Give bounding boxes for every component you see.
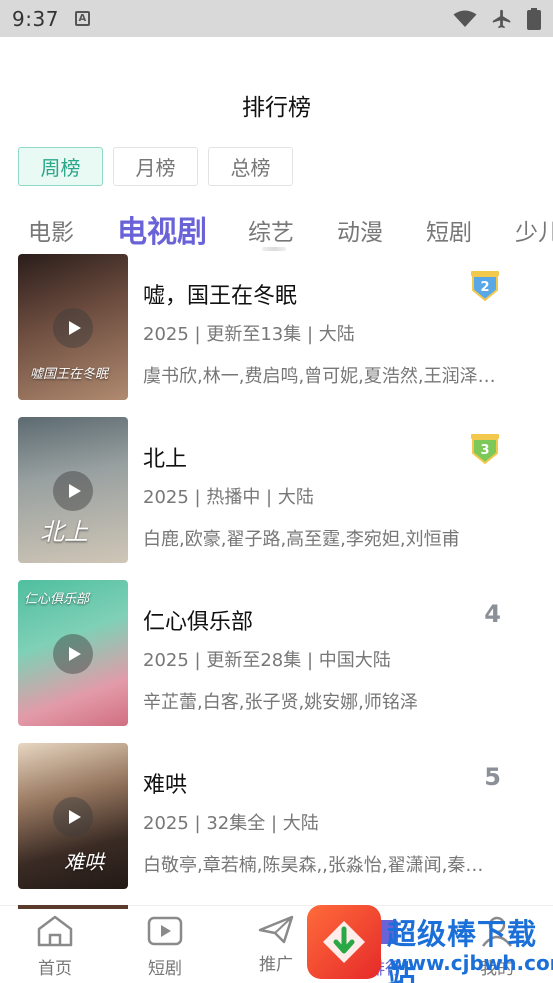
item-title[interactable]: 北上 [143,441,187,473]
poster-caption: 仁心俱乐部 [24,592,90,607]
tab-short-drama[interactable]: 短剧 [426,213,472,247]
airplane-mode-icon [492,9,511,28]
status-time: 9:37 [12,6,59,31]
poster-image[interactable]: 北上 [18,417,128,563]
poster-image[interactable]: 嘘国王在冬眠 [18,254,128,400]
wifi-icon [453,10,477,27]
item-title[interactable]: 难哄 [143,767,187,799]
rank-number: 3 [480,443,489,458]
nav-label: 首页 [38,959,72,979]
item-meta: 2025 | 热播中 | 大陆 [143,487,314,508]
watermark-url: www.cjbwh.com [389,951,553,975]
tab-anime[interactable]: 动漫 [337,213,383,247]
send-icon [258,915,294,944]
tab-kids[interactable]: 少儿 [515,213,553,247]
page-title: 排行榜 [242,95,311,121]
status-bar: 9:37 A [0,0,553,37]
item-meta: 2025 | 32集全 | 大陆 [143,813,319,834]
rank-medal-icon: 3 [471,434,499,465]
notification-a-icon: A [74,11,90,26]
play-icon[interactable] [53,634,93,674]
tab-movies[interactable]: 电影 [28,213,74,247]
tab-indicator [262,247,286,251]
item-title[interactable]: 仁心俱乐部 [143,604,253,636]
battery-icon [527,7,541,30]
home-icon [37,915,73,947]
rank-number: 2 [480,280,489,295]
status-icons [453,7,541,30]
play-icon[interactable] [53,308,93,348]
list-item[interactable]: 嘘国王在冬眠 嘘，国王在冬眠 2025 | 更新至13集 | 大陆 虞书欣,林一… [0,254,553,400]
play-icon[interactable] [53,471,93,511]
play-box-icon [147,916,183,946]
nav-home[interactable]: 首页 [20,914,90,979]
item-title[interactable]: 嘘，国王在冬眠 [143,278,297,310]
nav-promote[interactable]: 推广 [241,914,311,975]
item-cast: 辛芷蕾,白客,张子贤,姚安娜,师铭泽 [143,692,418,713]
item-cast: 白鹿,欧豪,翟子路,高至霆,李宛妲,刘恒甫 [143,529,460,550]
tab-monthly[interactable]: 月榜 [113,147,198,186]
partial-poster [18,905,128,909]
tab-variety[interactable]: 综艺 [248,213,294,247]
item-cast: 白敬亭,章若楠,陈昊森,,张淼怡,翟潇闻,秦… [143,855,484,876]
tab-weekly[interactable]: 周榜 [18,147,103,186]
site-watermark: 超级棒下载站 www.cjbwh.com [305,903,553,983]
poster-caption: 北上 [40,518,88,546]
item-meta: 2025 | 更新至28集 | 中国大陆 [143,650,391,671]
tab-all-time[interactable]: 总榜 [208,147,293,186]
nav-short-drama[interactable]: 短剧 [130,914,200,979]
rank-number: 5 [484,763,501,791]
poster-caption: 难哄 [64,850,104,874]
nav-label: 推广 [259,955,293,975]
period-tabs: 周榜 月榜 总榜 [18,147,293,186]
list-item[interactable]: 仁心俱乐部 仁心俱乐部 2025 | 更新至28集 | 中国大陆 辛芷蕾,白客,… [0,580,553,726]
play-icon[interactable] [53,797,93,837]
item-meta: 2025 | 更新至13集 | 大陆 [143,324,355,345]
item-cast: 虞书欣,林一,费启鸣,曾可妮,夏浩然,王润泽… [143,366,496,387]
list-item[interactable]: 北上 北上 2025 | 热播中 | 大陆 白鹿,欧豪,翟子路,高至霆,李宛妲,… [0,417,553,563]
tab-tv-series[interactable]: 电视剧 [117,207,207,251]
poster-image[interactable]: 难哄 [18,743,128,889]
list-item[interactable]: 难哄 难哄 2025 | 32集全 | 大陆 白敬亭,章若楠,陈昊森,,张淼怡,… [0,743,553,889]
poster-image[interactable]: 仁心俱乐部 [18,580,128,726]
rank-medal-icon: 2 [471,271,499,302]
poster-caption: 嘘国王在冬眠 [30,367,109,382]
rank-number: 4 [484,600,501,628]
category-tabs: 电影 电视剧 综艺 动漫 短剧 少儿 [0,205,553,253]
watermark-logo-icon [307,905,381,979]
nav-label: 短剧 [148,959,182,979]
